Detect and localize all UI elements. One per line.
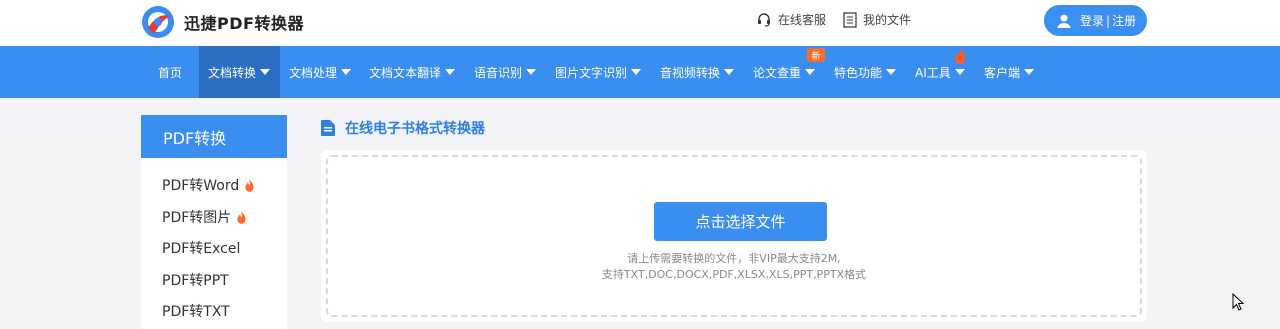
site-logo[interactable]: 迅捷PDF转换器 xyxy=(140,4,304,40)
nav-plagiarism-check[interactable]: 论文查重 xyxy=(753,46,816,98)
main-nav: 首页 文档转换 文档处理 文档文本翻译 语音识别 图片文字识别 音视频转换 论文… xyxy=(0,46,1280,98)
caret-down-icon xyxy=(1024,69,1035,75)
nav-home[interactable]: 首页 xyxy=(141,46,199,98)
caret-down-icon xyxy=(341,69,352,75)
nav-speech-recognition-label: 语音识别 xyxy=(474,65,523,80)
nav-av-convert-label: 音视频转换 xyxy=(660,65,721,80)
flame-icon xyxy=(244,178,255,192)
nav-doc-convert[interactable]: 文档转换 xyxy=(199,46,280,98)
login-separator: | xyxy=(1106,13,1111,28)
nav-plagiarism-check-label: 论文查重 xyxy=(753,65,802,80)
page-title-text: 在线电子书格式转换器 xyxy=(345,121,485,137)
nav-client[interactable]: 客户端 xyxy=(984,46,1035,98)
user-icon xyxy=(1056,13,1072,29)
nav-image-ocr[interactable]: 图片文字识别 xyxy=(555,46,642,98)
logo-icon xyxy=(140,4,176,40)
nav-features-label: 特色功能 xyxy=(834,65,883,80)
caret-down-icon xyxy=(805,69,816,75)
login-link[interactable]: 登录 xyxy=(1080,12,1104,29)
select-file-button[interactable]: 点击选择文件 xyxy=(654,202,827,241)
caret-down-icon xyxy=(886,69,897,75)
customer-service-link[interactable]: 在线客服 xyxy=(756,11,826,28)
nav-features[interactable]: 特色功能 xyxy=(834,46,897,98)
sidebar-item-label: PDF转Excel xyxy=(162,241,241,257)
document-icon xyxy=(321,120,335,136)
customer-service-label: 在线客服 xyxy=(778,13,827,27)
flame-icon xyxy=(953,48,967,68)
caret-down-icon xyxy=(526,69,537,75)
mouse-cursor-icon xyxy=(1232,292,1245,315)
my-files-link[interactable]: 我的文件 xyxy=(843,11,911,28)
new-badge: 新 xyxy=(807,48,825,62)
nav-av-convert[interactable]: 音视频转换 xyxy=(660,46,735,98)
sidebar-item-pdf-to-ppt[interactable]: PDF转PPT xyxy=(162,270,229,290)
nav-home-label: 首页 xyxy=(157,65,182,80)
sidebar: PDF转换 PDF转Word PDF转图片 PDF转Excel PDF转PPT … xyxy=(141,115,287,329)
nav-doc-process-label: 文档处理 xyxy=(289,65,338,80)
top-header: 迅捷PDF转换器 在线客服 我的文件 登录 | 注册 xyxy=(0,0,1280,46)
sidebar-item-pdf-to-excel[interactable]: PDF转Excel xyxy=(162,238,240,258)
nav-doc-convert-label: 文档转换 xyxy=(208,65,257,80)
sidebar-title: PDF转换 xyxy=(141,115,287,158)
sidebar-item-label: PDF转TXT xyxy=(162,304,230,320)
upload-hint-line2: 支持TXT,DOC,DOCX,PDF,XLSX,XLS,PPT,PPTX格式 xyxy=(601,268,867,281)
my-files-label: 我的文件 xyxy=(863,13,912,27)
nav-doc-process[interactable]: 文档处理 xyxy=(289,46,352,98)
nav-doc-translate[interactable]: 文档文本翻译 xyxy=(369,46,456,98)
register-link[interactable]: 注册 xyxy=(1112,12,1136,29)
caret-down-icon xyxy=(954,69,965,75)
caret-down-icon xyxy=(631,69,642,75)
caret-down-icon xyxy=(445,69,456,75)
logo-text: 迅捷PDF转换器 xyxy=(184,14,304,33)
nav-ai-tools-label: AI工具 xyxy=(915,65,951,80)
flame-icon xyxy=(236,210,247,224)
page-title: 在线电子书格式转换器 xyxy=(321,118,485,138)
login-register-button[interactable]: 登录 | 注册 xyxy=(1044,5,1147,36)
caret-down-icon xyxy=(260,69,271,75)
upload-dropzone[interactable]: 点击选择文件 请上传需要转换的文件，非VIP最大支持2M, 支持TXT,DOC,… xyxy=(326,155,1142,317)
upload-hint-line1: 请上传需要转换的文件，非VIP最大支持2M, xyxy=(627,252,841,265)
nav-image-ocr-label: 图片文字识别 xyxy=(555,65,628,80)
file-list-icon xyxy=(843,11,857,28)
sidebar-item-label: PDF转图片 xyxy=(162,210,232,226)
sidebar-item-label: PDF转Word xyxy=(162,178,240,194)
nav-client-label: 客户端 xyxy=(984,65,1021,80)
sidebar-item-pdf-to-txt[interactable]: PDF转TXT xyxy=(162,301,230,321)
upload-card: 点击选择文件 请上传需要转换的文件，非VIP最大支持2M, 支持TXT,DOC,… xyxy=(321,150,1147,322)
sidebar-item-pdf-to-word[interactable]: PDF转Word xyxy=(162,175,255,195)
caret-down-icon xyxy=(724,69,735,75)
sidebar-item-label: PDF转PPT xyxy=(162,273,229,289)
sidebar-item-pdf-to-image[interactable]: PDF转图片 xyxy=(162,207,247,227)
nav-speech-recognition[interactable]: 语音识别 xyxy=(474,46,537,98)
nav-doc-translate-label: 文档文本翻译 xyxy=(369,65,442,80)
headset-icon xyxy=(756,12,772,28)
